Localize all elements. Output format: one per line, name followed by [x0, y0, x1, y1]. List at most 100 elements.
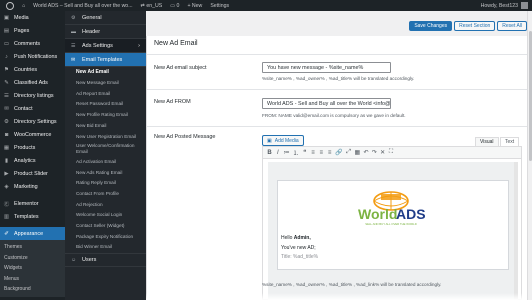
bottom-fade: [146, 293, 527, 300]
comments-link[interactable]: ▭ 0: [166, 0, 183, 11]
menu-woocommerce[interactable]: ◙ WooCommerce: [0, 128, 65, 141]
menu-push-notifications[interactable]: ♪ Push Notifications: [0, 50, 65, 63]
menu-label: Comments: [14, 40, 41, 47]
subsection-welcome-social-login[interactable]: Welcome Social Login: [65, 210, 146, 221]
submenu-themes[interactable]: Themes: [0, 242, 65, 253]
align-center-icon[interactable]: ≡: [319, 150, 324, 156]
menu-classified-ads[interactable]: ✎ Classified Ads: [0, 76, 65, 89]
bold-icon[interactable]: B: [267, 150, 272, 156]
table-icon[interactable]: ▦: [354, 149, 360, 156]
subsection-new-profile-rating-email[interactable]: New Profile Rating Email: [65, 110, 146, 121]
subsection-user-welcome-email[interactable]: User Welcome/Confirmation Email: [65, 142, 146, 157]
settings-link[interactable]: Settings: [206, 0, 233, 11]
site-home-icon[interactable]: ⌂: [18, 0, 29, 11]
site-title-link[interactable]: World ADS – Sell and Buy all over the wo…: [29, 0, 136, 11]
align-right-icon[interactable]: ≡: [327, 150, 332, 156]
menu-label: Media: [14, 14, 29, 21]
message-label: New Ad Posted Message: [154, 134, 216, 140]
new-content-link[interactable]: + New: [183, 0, 206, 11]
menu-contact[interactable]: ✉ Contact: [0, 102, 65, 115]
reset-section-button[interactable]: Reset Section: [454, 21, 496, 31]
appearance-icon: ✐: [4, 230, 9, 237]
reset-all-button[interactable]: Reset All: [497, 21, 527, 31]
envelope-icon: ✉: [71, 56, 76, 63]
section-email-templates[interactable]: ✉ Email Templates: [65, 53, 146, 67]
page-scrollbar[interactable]: [527, 11, 532, 300]
menu-label: Appearance: [14, 230, 44, 237]
my-account-link[interactable]: Howdy, Best123: [477, 0, 532, 11]
menu-templates[interactable]: ▥ Templates: [0, 210, 65, 223]
subsection-ad-report-email[interactable]: Ad Report Email: [65, 88, 146, 99]
tab-visual[interactable]: Visual: [475, 137, 499, 146]
section-ads-settings[interactable]: ☰ Ads Settings ›: [65, 39, 146, 53]
submenu-customize[interactable]: Customize: [0, 253, 65, 264]
editor-scrollbar[interactable]: [514, 162, 518, 300]
submenu-menus[interactable]: Menus: [0, 274, 65, 285]
menu-product-slider[interactable]: ▶ Product Slider: [0, 167, 65, 180]
menu-marketing[interactable]: ◈ Marketing: [0, 180, 65, 193]
section-general[interactable]: ⚙ General: [65, 11, 146, 25]
bullet-list-icon[interactable]: ≔: [284, 149, 290, 156]
menu-pages[interactable]: ▤ Pages: [0, 24, 65, 37]
subsection-new-bid-email[interactable]: New Bid Email: [65, 120, 146, 131]
align-left-icon[interactable]: ≡: [311, 150, 316, 156]
tab-text[interactable]: Text: [500, 137, 520, 146]
subsection-bid-winner-email[interactable]: Bid Winner Email: [65, 242, 146, 253]
menu-directory-settings[interactable]: ⚙ Directory Settings: [0, 115, 65, 128]
menu-label: Pages: [14, 27, 30, 34]
undo-icon[interactable]: ↶: [363, 149, 368, 156]
save-changes-button[interactable]: Save Changes: [409, 21, 453, 31]
header-icon: ▬: [71, 28, 76, 35]
wp-logo-icon[interactable]: [0, 0, 18, 11]
subsection-reset-password-email[interactable]: Reset Password Email: [65, 99, 146, 110]
from-input[interactable]: World ADS - Sell and Buy all over the Wo…: [262, 98, 391, 109]
divider: [147, 54, 528, 55]
add-media-button[interactable]: ▣ Add Media: [262, 135, 304, 146]
numbered-list-icon[interactable]: ⒈: [293, 148, 299, 157]
menu-label: Directory Settings: [14, 118, 57, 125]
section-header[interactable]: ▬ Header: [65, 25, 146, 39]
subsection-contact-seller-widget[interactable]: Contact Seller (Widget): [65, 221, 146, 232]
editor-canvas[interactable]: World ADS SELL AND BUY ALL OVER THE WORL…: [268, 162, 518, 300]
subsection-new-ads-rating-email[interactable]: New Ads Rating Email: [65, 167, 146, 178]
locale-switch[interactable]: ⇄ en_US: [137, 0, 167, 11]
clear-format-icon[interactable]: ✕: [380, 149, 385, 156]
blockquote-icon[interactable]: ❝: [302, 149, 307, 156]
menu-elementor[interactable]: Ⓔ Elementor: [0, 197, 65, 210]
settings-label: Settings: [210, 2, 230, 9]
menu-appearance[interactable]: ✐ Appearance: [0, 227, 65, 240]
body-line-1: You've new AD;: [281, 244, 316, 251]
menu-products[interactable]: ▦ Products: [0, 141, 65, 154]
options-panel: New Ad Email New Ad email subject You ha…: [146, 36, 528, 300]
subsection-rating-reply-email[interactable]: Rating Reply Email: [65, 178, 146, 189]
subject-input[interactable]: You have new message - %site_name%: [262, 62, 391, 73]
section-users[interactable]: ☺ Users: [65, 252, 146, 267]
new-label: New: [191, 2, 203, 9]
menu-countries[interactable]: ⚑ Countries: [0, 63, 65, 76]
subsection-contact-from-profile[interactable]: Contact From Profile: [65, 189, 146, 200]
redo-icon[interactable]: ↷: [372, 149, 377, 156]
submenu-widgets[interactable]: Widgets: [0, 263, 65, 274]
section-label: General: [82, 14, 102, 21]
menu-directory-listings[interactable]: ☰ Directory listings: [0, 89, 65, 102]
fullscreen-icon[interactable]: ⛶: [388, 149, 393, 156]
options-sidebar: ⚙ General ▬ Header ☰ Ads Settings › ✉ Email T…: [65, 11, 146, 300]
add-media-label: Add Media: [274, 137, 299, 144]
gear-icon: ⚙: [71, 14, 76, 21]
menu-comments[interactable]: ▭ Comments: [0, 37, 65, 50]
submenu-background[interactable]: Background: [0, 284, 65, 295]
expand-icon[interactable]: ⤢: [346, 149, 351, 156]
subsection-new-message-email[interactable]: New Message Email: [65, 78, 146, 89]
subsection-ad-activation-email[interactable]: Ad Activation Email: [65, 157, 146, 168]
subsection-package-expiry-notification[interactable]: Package Expiry Notification: [65, 231, 146, 242]
subsection-new-user-registration-email[interactable]: New User Registration Email: [65, 131, 146, 142]
italic-icon[interactable]: I: [275, 150, 280, 156]
link-icon[interactable]: 🔗: [335, 149, 342, 156]
subsection-ad-rejection[interactable]: Ad Rejection: [65, 199, 146, 210]
admin-menu: ▣ Media ▤ Pages ▭ Comments ♪ Push Notificati…: [0, 11, 65, 300]
subsection-new-ad-email[interactable]: New Ad Email: [65, 67, 146, 78]
divider: [147, 89, 528, 90]
users-icon: ☺: [71, 256, 77, 263]
menu-media[interactable]: ▣ Media: [0, 11, 65, 24]
menu-analytics[interactable]: ▮ Analytics: [0, 154, 65, 167]
